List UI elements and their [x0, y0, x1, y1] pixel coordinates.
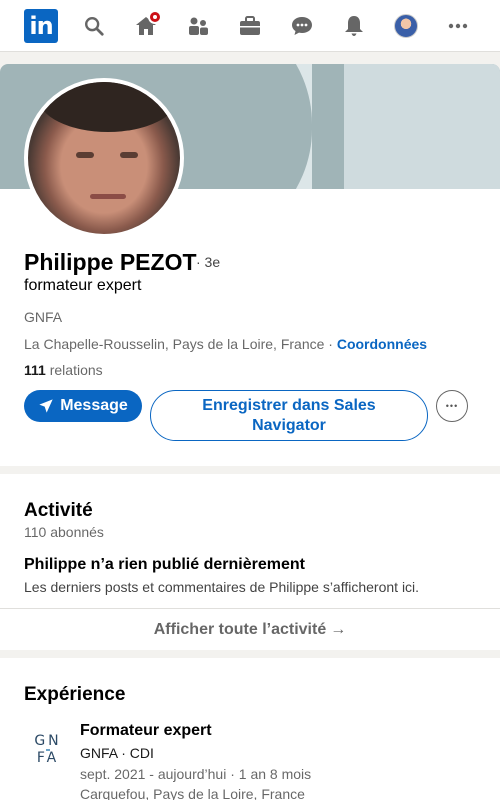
profile-photo[interactable]	[24, 78, 184, 238]
save-to-sales-navigator-button[interactable]: Enregistrer dans Sales Navigator	[150, 390, 428, 441]
notifications-icon[interactable]	[338, 10, 370, 42]
company-logo[interactable]: GN FA	[24, 726, 72, 774]
relations-label: relations	[45, 362, 103, 378]
profile-card: Philippe PEZOT · 3e formateur expert GNF…	[0, 64, 500, 466]
arrow-right-icon: →	[330, 620, 347, 638]
notification-badge	[148, 10, 162, 24]
experience-job-title[interactable]: Formateur expert	[80, 722, 212, 740]
logo-text-bottom: FA	[36, 750, 60, 766]
followers-count: 110 abonnés	[24, 524, 104, 540]
activity-section: Activité 110 abonnés Philippe n’a rien p…	[0, 474, 500, 650]
relations-number: 111	[24, 362, 46, 378]
contact-info-link[interactable]: Coordonnées	[337, 336, 427, 352]
send-icon	[39, 399, 53, 413]
top-navigation: in	[0, 0, 500, 52]
home-icon[interactable]	[130, 10, 162, 42]
jobs-icon[interactable]	[234, 10, 266, 42]
activity-empty-description: Les derniers posts et commentaires de Ph…	[24, 579, 420, 595]
experience-location: Carquefou, Pays de la Loire, France	[80, 786, 305, 800]
location-separator: ·	[324, 336, 337, 352]
more-icon[interactable]	[442, 10, 474, 42]
experience-dates: sept. 2021 - aujourd’hui · 1 an 8 mois	[80, 766, 312, 782]
avatar	[394, 14, 418, 38]
location-text: La Chapelle-Rousselin, Pays de la Loire,…	[24, 336, 325, 352]
linkedin-logo[interactable]: in	[24, 9, 58, 43]
show-all-activity-button[interactable]: Afficher toute l’activité →	[0, 609, 500, 650]
network-icon[interactable]	[182, 10, 214, 42]
experience-company: GNFA · CDI	[80, 745, 154, 761]
sales-button-label: Enregistrer dans Sales Navigator	[202, 396, 376, 434]
message-button-label: Message	[60, 397, 128, 414]
more-dots-icon: •••	[445, 401, 459, 411]
search-icon[interactable]	[78, 10, 110, 42]
experience-section: Expérience GN FA Formateur expert GNFA ·…	[0, 658, 500, 800]
more-actions-button[interactable]: •••	[436, 390, 468, 422]
activity-title: Activité	[24, 500, 93, 521]
show-all-label: Afficher toute l’activité	[153, 620, 327, 638]
relations-count[interactable]: 111 relations	[24, 362, 103, 378]
messaging-icon[interactable]	[286, 10, 318, 42]
profile-headline: formateur expert	[24, 277, 142, 294]
activity-empty-title: Philippe n’a rien publié dernièrement	[24, 556, 305, 573]
profile-name: Philippe PEZOT	[24, 249, 197, 275]
me-avatar[interactable]	[390, 10, 422, 42]
experience-title: Expérience	[24, 684, 126, 705]
message-button[interactable]: Message	[24, 390, 142, 422]
connection-degree: · 3e	[196, 254, 221, 270]
profile-location: La Chapelle-Rousselin, Pays de la Loire,…	[24, 336, 427, 352]
profile-company: GNFA	[24, 309, 63, 325]
logo-text-top: GN	[34, 733, 62, 749]
